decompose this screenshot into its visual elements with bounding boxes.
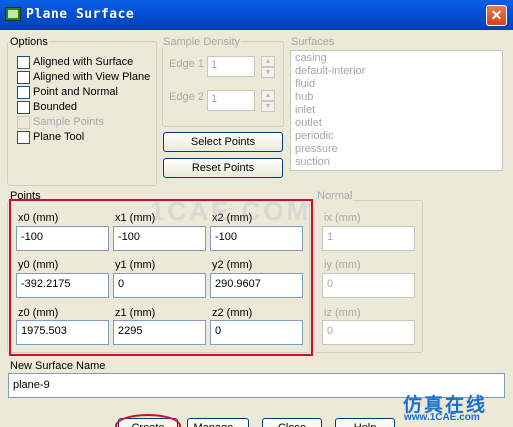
- checkbox-aligned-with-surface[interactable]: Aligned with Surface: [17, 55, 133, 69]
- edge2-input: 1: [207, 90, 255, 111]
- list-item[interactable]: fluid: [295, 78, 498, 91]
- iy-field: 0: [322, 273, 415, 298]
- edge2-up-arrow-icon: ▲: [261, 90, 275, 101]
- window-title: Plane Surface: [26, 7, 135, 22]
- select-points-button[interactable]: Select Points: [163, 132, 283, 152]
- checkbox-aligned-with-view-plane[interactable]: Aligned with View Plane: [17, 70, 150, 84]
- checkbox-box[interactable]: [17, 130, 30, 144]
- checkbox-plane-tool[interactable]: Plane Tool: [17, 130, 84, 144]
- checkbox-label: Sample Points: [33, 116, 104, 128]
- manage-button[interactable]: Manage...: [187, 418, 249, 427]
- list-item[interactable]: pressure: [295, 143, 498, 156]
- checkbox-box: [17, 115, 30, 129]
- edge1-up-arrow-icon: ▲: [261, 56, 275, 67]
- close-dialog-button[interactable]: Close: [262, 418, 322, 427]
- checkbox-box[interactable]: [17, 100, 30, 114]
- checkbox-label: Plane Tool: [33, 131, 85, 143]
- annotation-oval: [115, 414, 181, 427]
- iz-field: 0: [322, 320, 415, 345]
- edge1-input: 1: [207, 56, 255, 77]
- title-bar[interactable]: Plane Surface ✕: [0, 0, 513, 30]
- checkbox-box[interactable]: [17, 70, 30, 84]
- options-label: Options: [9, 36, 49, 48]
- reset-points-button[interactable]: Reset Points: [163, 158, 283, 178]
- annotation-box: [9, 199, 313, 356]
- checkbox-label: Aligned with Surface: [33, 56, 134, 68]
- list-item[interactable]: outlet: [295, 117, 498, 130]
- close-button[interactable]: ✕: [486, 5, 507, 26]
- surfaces-list[interactable]: casing default-interior fluid hub inlet …: [290, 50, 503, 171]
- checkbox-box[interactable]: [17, 85, 30, 99]
- checkbox-label: Point and Normal: [33, 86, 118, 98]
- checkbox-label: Bounded: [33, 101, 78, 113]
- checkbox-box[interactable]: [17, 55, 30, 69]
- iy-label: iy (mm): [324, 259, 361, 271]
- list-item[interactable]: inlet: [295, 104, 498, 117]
- checkbox-label: Aligned with View Plane: [33, 71, 151, 83]
- watermark-url: www.1CAE.com: [404, 412, 480, 423]
- edge1-down-arrow-icon: ▼: [261, 67, 275, 78]
- list-item[interactable]: casing: [295, 52, 498, 65]
- list-item[interactable]: hub: [295, 91, 498, 104]
- surfaces-label: Surfaces: [290, 36, 336, 48]
- checkbox-bounded[interactable]: Bounded: [17, 100, 77, 114]
- edge2-label: Edge 2: [169, 91, 204, 103]
- ix-field: 1: [322, 226, 415, 251]
- app-icon: [5, 7, 21, 21]
- checkbox-point-and-normal[interactable]: Point and Normal: [17, 85, 118, 99]
- ix-label: ix (mm): [324, 212, 361, 224]
- edge1-label: Edge 1: [169, 58, 204, 70]
- checkbox-sample-points: Sample Points: [17, 115, 104, 129]
- list-item[interactable]: suction: [295, 156, 498, 169]
- sample-density-label: Sample Density: [162, 36, 242, 48]
- edge2-down-arrow-icon: ▼: [261, 101, 275, 112]
- list-item[interactable]: default-interior: [295, 65, 498, 78]
- normal-label: Normal: [316, 190, 354, 202]
- sample-density-group: [162, 41, 284, 127]
- list-item[interactable]: periodic: [295, 130, 498, 143]
- new-surface-name-label: New Surface Name: [9, 360, 107, 372]
- help-button[interactable]: Help: [335, 418, 395, 427]
- iz-label: iz (mm): [324, 307, 361, 319]
